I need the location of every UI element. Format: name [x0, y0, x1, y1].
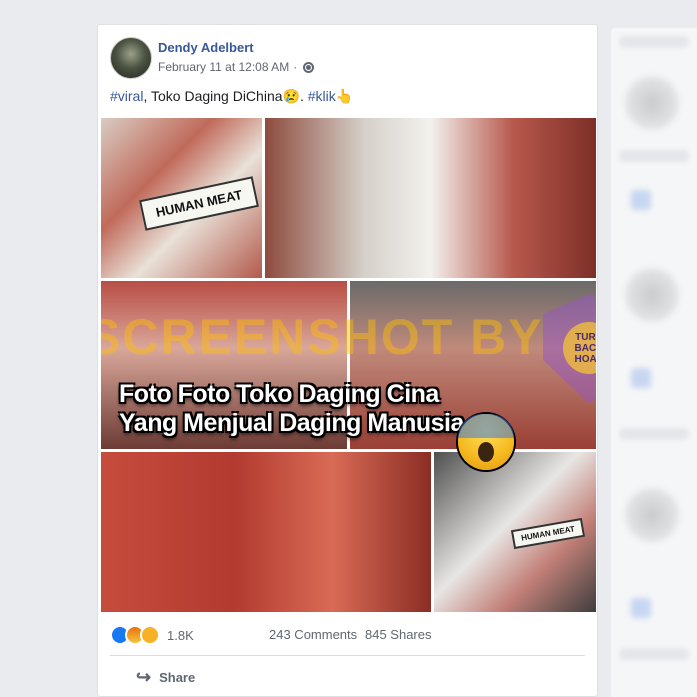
comments-count[interactable]: 243 Comments [269, 627, 357, 642]
photo-packaged-meat: HUMAN MEAT [101, 118, 262, 278]
reactions-summary[interactable]: 1.8K [110, 625, 194, 645]
wow-icon [140, 625, 160, 645]
sidebar-placeholder [619, 36, 689, 48]
human-meat-label: HUMAN MEAT [139, 176, 259, 231]
crying-emoji-icon: 😢 [282, 88, 300, 104]
author-name[interactable]: Dendy Adelbert [158, 40, 254, 55]
sidebar-placeholder [619, 648, 689, 660]
right-sidebar-blurred [611, 28, 697, 697]
photo-meat-market [101, 452, 431, 612]
screaming-emoji-icon [458, 414, 514, 470]
globe-icon[interactable] [303, 61, 315, 73]
author-avatar[interactable] [110, 37, 152, 79]
sidebar-placeholder [625, 488, 679, 542]
post-caption: #viral, Toko Daging DiChina😢. #klik👆 [110, 88, 353, 105]
headline-line-1: Foto Foto Toko Daging Cina [119, 380, 439, 408]
screenshot-watermark: SCREENSHOT BY [101, 309, 544, 365]
feed-post: Dendy Adelbert February 11 at 12:08 AM ·… [97, 24, 598, 697]
divider [110, 655, 585, 656]
headline-line-2: Yang Menjual Daging Manusia [119, 409, 464, 437]
sidebar-placeholder [625, 76, 679, 130]
sidebar-placeholder [631, 190, 651, 210]
caption-dot: . [299, 88, 308, 104]
post-timestamp[interactable]: February 11 at 12:08 AM [158, 60, 289, 74]
photo-meat-tray: HUMAN MEAT [434, 452, 596, 612]
hashtag-viral[interactable]: #viral [110, 88, 143, 104]
sidebar-placeholder [619, 150, 689, 162]
share-button[interactable]: ↪ Share [136, 667, 195, 688]
pointing-up-emoji-icon: 👆 [335, 88, 354, 104]
meta-separator: · [293, 60, 298, 74]
post-meta: February 11 at 12:08 AM · [158, 60, 315, 74]
caption-text: , Toko Daging DiChina [143, 88, 283, 104]
hashtag-klik[interactable]: #klik [308, 88, 336, 104]
image-headline: Foto Foto Toko Daging Cina Yang Menjual … [119, 380, 464, 438]
photo-butcher [265, 118, 596, 278]
sidebar-placeholder [625, 268, 679, 322]
share-label: Share [159, 670, 196, 685]
sidebar-placeholder [631, 368, 651, 388]
badge-text: TURN BACK HOAX [563, 322, 596, 374]
sidebar-placeholder [619, 428, 689, 440]
sidebar-placeholder [631, 598, 651, 618]
human-meat-label-small: HUMAN MEAT [510, 517, 586, 550]
share-arrow-icon: ↪ [136, 667, 152, 687]
reaction-count: 1.8K [167, 627, 194, 643]
shares-count[interactable]: 845 Shares [365, 627, 432, 642]
post-image[interactable]: HUMAN MEAT HUMAN MEAT SCREENSHOT BY TURN… [101, 118, 596, 612]
